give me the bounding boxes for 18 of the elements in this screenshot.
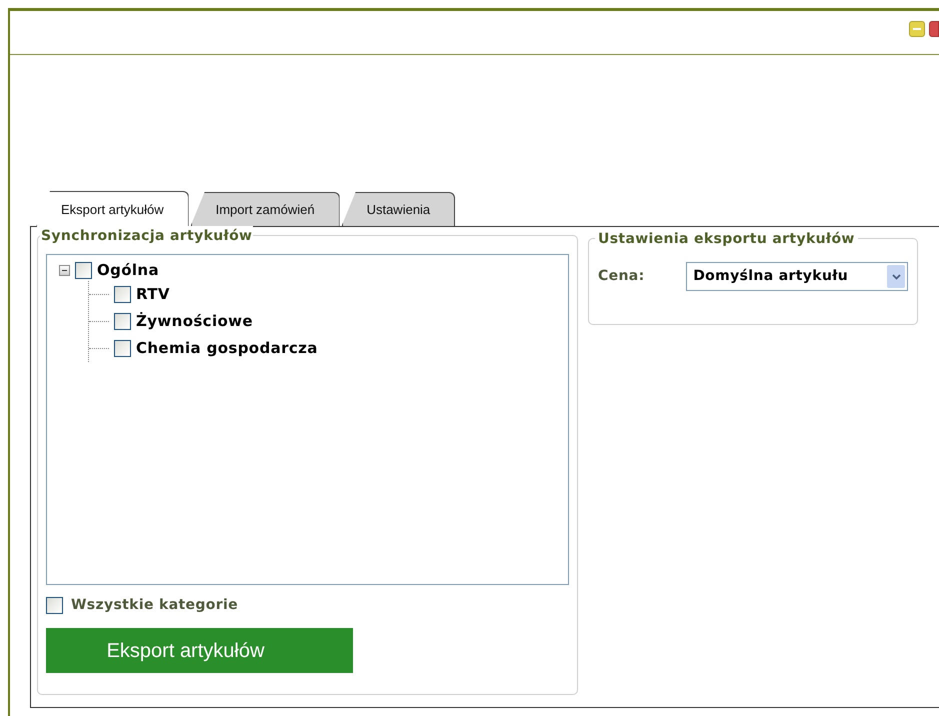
tree-item-label[interactable]: Ogólna xyxy=(97,259,159,282)
price-dropdown[interactable]: Domyślna artykułu xyxy=(686,262,908,291)
checkbox[interactable] xyxy=(75,262,92,279)
checkbox[interactable] xyxy=(114,286,131,303)
export-button[interactable]: Eksport artykułów xyxy=(46,628,353,673)
collapse-icon[interactable] xyxy=(59,265,70,276)
checkbox-label[interactable]: Wszystkie kategorie xyxy=(71,595,238,616)
tree-item-label[interactable]: Żywnościowe xyxy=(136,310,253,333)
close-icon[interactable] xyxy=(929,21,939,37)
tab[interactable]: Eksport artykułów xyxy=(36,191,189,227)
tree-item-label[interactable]: Chemia gospodarcza xyxy=(136,337,318,360)
price-label: Cena: xyxy=(598,267,646,286)
tree-item-label[interactable]: RTV xyxy=(136,283,170,306)
checkbox[interactable] xyxy=(46,597,63,614)
checkbox[interactable] xyxy=(114,340,131,357)
tab[interactable]: Ustawienia xyxy=(342,192,456,226)
checkbox[interactable] xyxy=(114,313,131,330)
tab[interactable]: Import zamówień xyxy=(190,192,340,226)
